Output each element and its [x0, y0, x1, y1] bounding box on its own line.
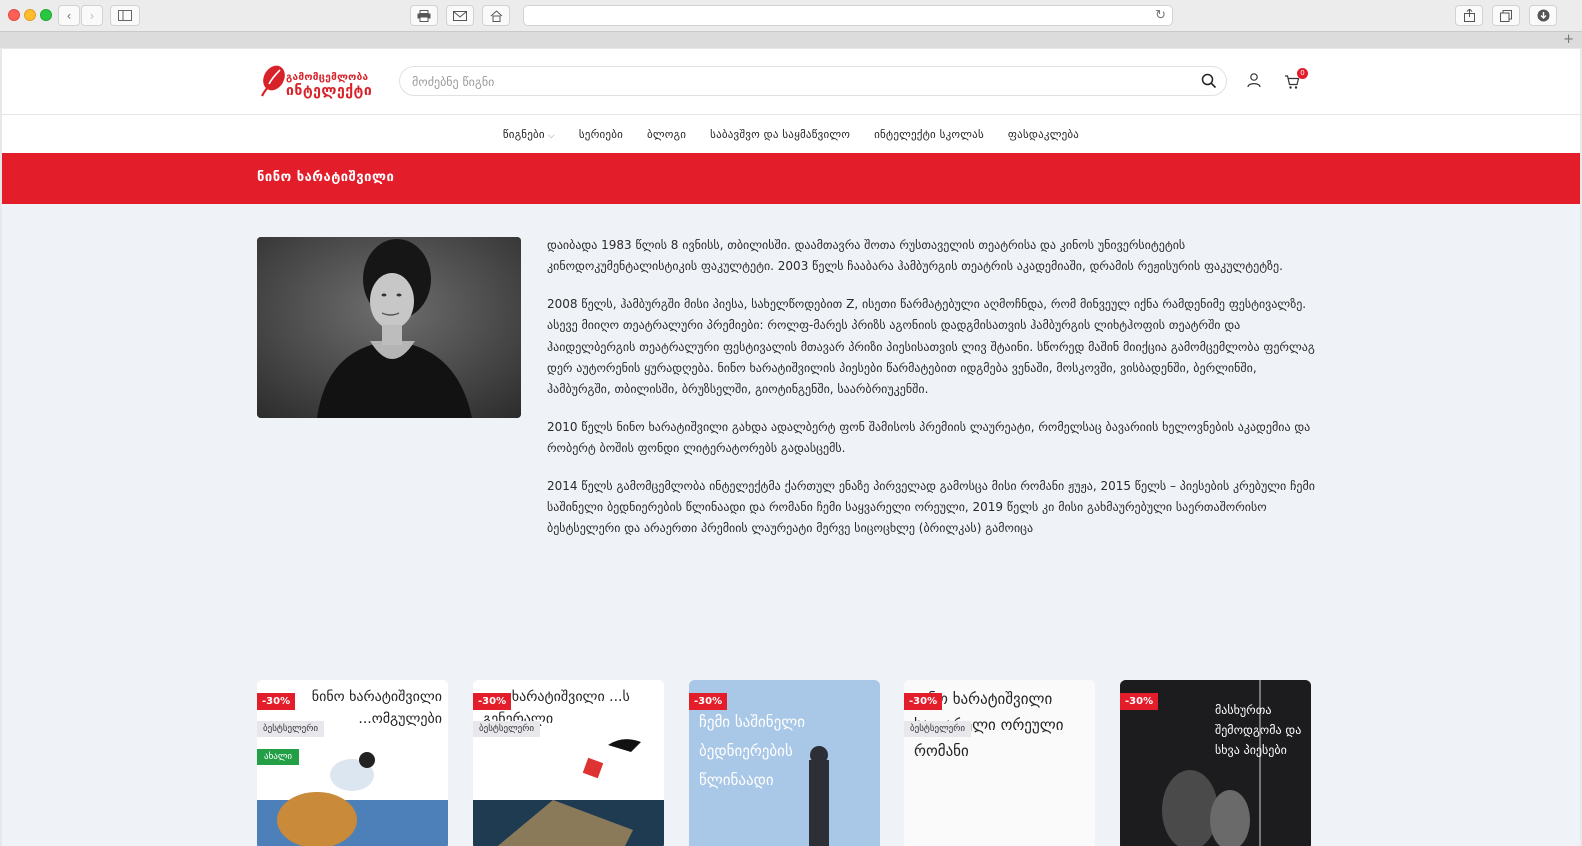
book-card[interactable]: ნინო ხარატიშვილი ...ომგულები -30% ბესტსე…: [257, 680, 448, 846]
reload-icon[interactable]: ↻: [1155, 8, 1166, 23]
discount-badge: -30%: [1120, 693, 1159, 710]
page-title: ნინო ხარატიშვილი: [257, 170, 395, 185]
discount-badge: -30%: [904, 693, 943, 710]
discount-badge: -30%: [689, 693, 728, 710]
forward-button[interactable]: ›: [81, 5, 103, 26]
user-account-icon[interactable]: [1246, 72, 1262, 88]
site-header: გამომცემლობა ინტელექტი 0: [2, 49, 1580, 115]
sidebar-toggle-button[interactable]: [110, 5, 140, 26]
bio-paragraph: დაიბადა 1983 წლის 8 ივნისს, თბილისში. და…: [547, 238, 1283, 274]
zoom-window-button[interactable]: [40, 9, 52, 21]
share-button[interactable]: [1455, 5, 1483, 26]
download-icon: [1537, 9, 1549, 22]
book-card[interactable]: მასხურთა შემოდგომა და სხვა პიესები -30%: [1120, 680, 1311, 846]
discount-badge: -30%: [473, 693, 512, 710]
home-icon: [490, 9, 502, 22]
author-title-banner: ნინო ხარატიშვილი: [2, 153, 1580, 204]
search-icon[interactable]: [1201, 73, 1217, 89]
printer-icon: [417, 9, 431, 22]
bestseller-badge: ბესტსელერი: [473, 721, 541, 737]
new-tab-icon[interactable]: +: [1563, 32, 1574, 48]
nav-item-discount[interactable]: ფასდაკლება: [1008, 128, 1079, 141]
bio-paragraph: 2008 წელს, ჰამბურგში მისი პიესა, სახელწო…: [547, 296, 1315, 397]
chevron-right-icon: ›: [89, 8, 95, 23]
bio-paragraph: 2014 წელს გამომცემლობა ინტელექტმა ქართულ…: [547, 478, 1315, 536]
new-badge: ახალი: [257, 749, 300, 765]
mail-button[interactable]: [446, 5, 474, 26]
bio-paragraph: 2010 წელს ნინო ხარატიშვილი გახდა ადალბერ…: [547, 419, 1311, 456]
envelope-icon: [453, 10, 467, 21]
quill-logo-icon: [261, 65, 285, 97]
cart-count-badge: 0: [1297, 68, 1308, 79]
share-icon: [1463, 9, 1475, 22]
nav-item-books[interactable]: წიგნები ⌵: [503, 128, 555, 141]
book-cover-text: მასხურთა შემოდგომა და სხვა პიესები: [1215, 703, 1302, 757]
search-box: [399, 66, 1227, 96]
book-card[interactable]: ...ნო ხარატიშვილი საყვარელი ორეული რომან…: [904, 680, 1095, 846]
bestseller-badge: ბესტსელერი: [904, 721, 972, 737]
browser-toolbar: ‹ › ↻ +: [0, 0, 1582, 48]
book-cover-text: ჩემი საშინელი ბედნიერების წლინაადი: [699, 713, 805, 789]
chevron-down-icon: ⌵: [547, 130, 555, 141]
author-portrait-image: [257, 237, 521, 418]
tabs-overview-button[interactable]: [1492, 5, 1520, 26]
tabs-icon: [1500, 9, 1512, 22]
web-page: გამომცემლობა ინტელექტი 0 წიგნები⌵ სერიებ…: [2, 49, 1580, 846]
sidebar-icon: [118, 10, 132, 21]
close-window-button[interactable]: [8, 9, 20, 21]
nav-item-school[interactable]: ინტელექტი სკოლას: [874, 128, 984, 141]
minimize-window-button[interactable]: [24, 9, 36, 21]
book-card[interactable]: ...ო ხარატიშვილი ...ს გენერალი -30% ბესტ…: [473, 680, 664, 846]
nav-item-blog[interactable]: ბლოგი: [647, 128, 686, 141]
author-photo: [257, 237, 521, 418]
logo-line-1: გამომცემლობა: [286, 72, 369, 83]
nav-item-label: წიგნები: [502, 127, 545, 141]
discount-badge: -30%: [257, 693, 296, 710]
author-books-list: ნინო ხარატიშვილი ...ომგულები -30% ბესტსე…: [257, 680, 1317, 846]
nav-item-kids[interactable]: საბავშვო და საყმაწვილო: [710, 128, 850, 141]
cart-button[interactable]: 0: [1284, 68, 1308, 91]
chevron-left-icon: ‹: [66, 8, 72, 23]
bestseller-badge: ბესტსელერი: [257, 721, 325, 737]
back-button[interactable]: ‹: [58, 5, 80, 26]
address-bar[interactable]: ↻: [523, 5, 1173, 26]
home-button[interactable]: [482, 5, 510, 26]
nav-item-series[interactable]: სერიები: [579, 128, 623, 141]
print-button[interactable]: [410, 5, 438, 26]
site-logo[interactable]: გამომცემლობა ინტელექტი: [258, 62, 388, 102]
downloads-button[interactable]: [1529, 5, 1557, 26]
book-card[interactable]: ჩემი საშინელი ბედნიერების წლინაადი -30%: [689, 680, 880, 846]
author-bio: დაიბადა 1983 წლის 8 ივნისს, თბილისში. და…: [547, 235, 1317, 556]
main-navigation: წიგნები ⌵ სერიები ბლოგი საბავშვო და საყმა…: [2, 115, 1580, 153]
logo-line-2: ინტელექტი: [286, 83, 373, 99]
tab-strip: +: [0, 31, 1582, 48]
search-input[interactable]: [412, 73, 1172, 90]
